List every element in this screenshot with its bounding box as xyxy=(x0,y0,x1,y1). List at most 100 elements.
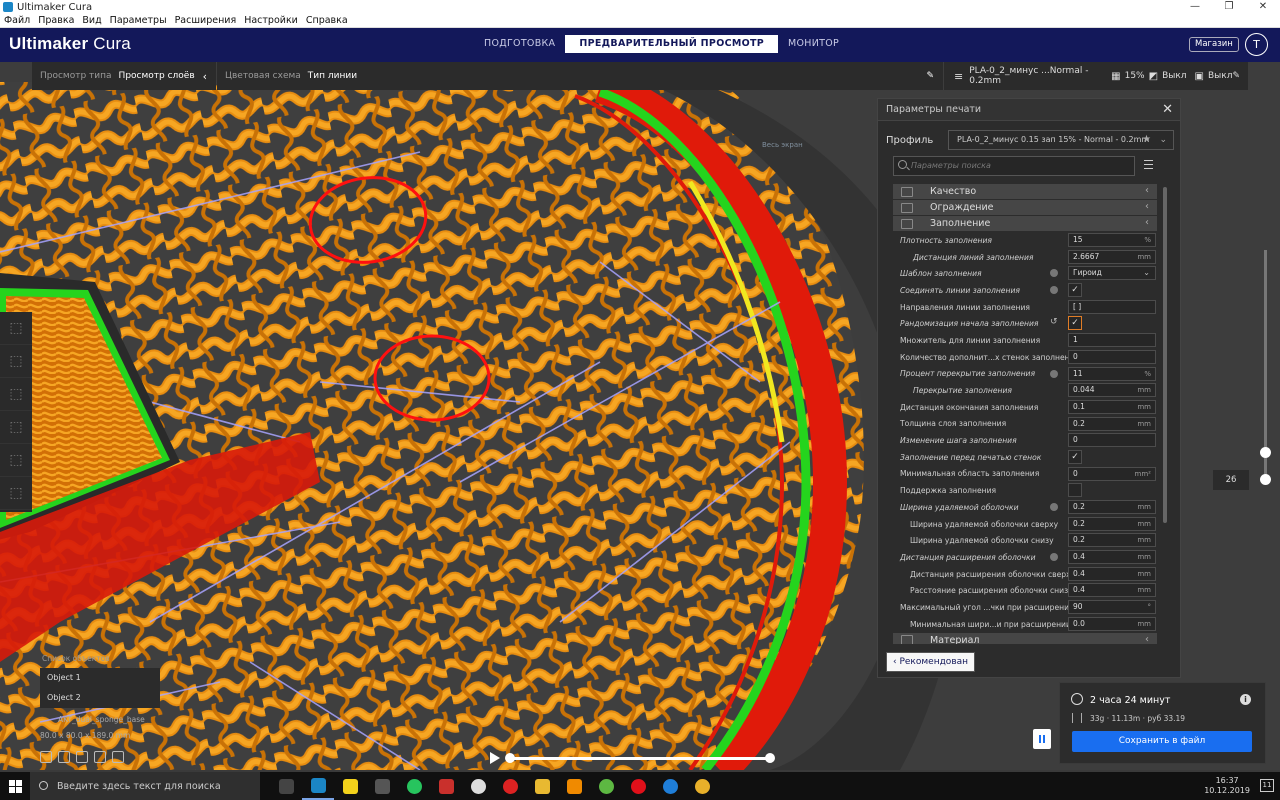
infill-directions-input[interactable]: [ ] xyxy=(1068,299,1156,314)
notifications-icon[interactable]: 11 xyxy=(1260,779,1274,792)
infill-pattern-dropdown[interactable]: Гироид ⌄ xyxy=(1068,266,1156,281)
tab-prepare[interactable]: ПОДГОТОВКА xyxy=(474,35,565,53)
opera-icon[interactable] xyxy=(622,772,654,800)
hamburger-menu-icon[interactable] xyxy=(1144,160,1153,169)
left-view-icon[interactable] xyxy=(94,751,106,763)
skin-expand-distance-input[interactable]: 0.4 mm xyxy=(1068,550,1156,565)
account-avatar[interactable]: T xyxy=(1245,33,1268,56)
menu-file[interactable]: Файл xyxy=(0,15,34,26)
pause-icon[interactable] xyxy=(1033,729,1051,749)
color-scheme-value[interactable]: Тип линии xyxy=(308,71,357,81)
rotate-tool-icon[interactable]: ⬚ xyxy=(0,378,32,411)
edge-icon[interactable] xyxy=(654,772,686,800)
layer-slider-track[interactable] xyxy=(1264,250,1267,480)
close-icon[interactable]: ✕ xyxy=(1162,102,1173,117)
sticky-notes-icon[interactable] xyxy=(334,772,366,800)
marketplace-button[interactable]: Магазин xyxy=(1189,37,1239,52)
bottom-skin-expand-input[interactable]: 0.4 mm xyxy=(1068,583,1156,598)
pencil-icon[interactable]: ✎ xyxy=(926,71,934,81)
job-name[interactable]: AKT_dual_sponge_base xyxy=(58,715,145,724)
category-material[interactable]: Материал ‹ xyxy=(893,632,1157,644)
min-skin-width-input[interactable]: 0.0 mm xyxy=(1068,616,1156,631)
cura-taskbar-icon[interactable] xyxy=(302,772,334,800)
menu-view[interactable]: Вид xyxy=(78,15,105,26)
infill-multiplier-input[interactable]: 1 xyxy=(1068,333,1156,348)
tab-monitor[interactable]: МОНИТОР xyxy=(778,35,849,53)
recommended-button[interactable]: ‹ Рекомендован xyxy=(886,652,976,672)
list-item[interactable]: Object 1 xyxy=(40,668,160,688)
top-skin-expand-input[interactable]: 0.4 mm xyxy=(1068,566,1156,581)
whatsapp-icon[interactable] xyxy=(398,772,430,800)
info-icon[interactable] xyxy=(1050,269,1058,278)
ccleaner-icon[interactable] xyxy=(494,772,526,800)
info-icon[interactable] xyxy=(1050,369,1058,378)
task-view-icon[interactable] xyxy=(270,772,302,800)
list-item[interactable]: Object 2 xyxy=(40,688,160,708)
tab-preview[interactable]: ПРЕДВАРИТЕЛЬНЫЙ ПРОСМОТР xyxy=(565,35,779,53)
per-model-settings-icon[interactable]: ⬚ xyxy=(0,444,32,477)
layer-slider-bottom-handle[interactable] xyxy=(1260,474,1271,485)
layer-slider-top-handle[interactable] xyxy=(1260,447,1271,458)
infill-support-checkbox[interactable] xyxy=(1068,483,1082,498)
maximize-icon[interactable]: ❐ xyxy=(1212,0,1246,14)
max-skin-angle-input[interactable]: 90 ° xyxy=(1068,600,1156,615)
save-to-file-button[interactable]: Сохранить в файл xyxy=(1072,731,1252,752)
simulation-track[interactable] xyxy=(510,757,772,760)
play-icon[interactable] xyxy=(490,752,500,764)
top-skin-removal-input[interactable]: 0.2 mm xyxy=(1068,516,1156,531)
category-infill[interactable]: Заполнение ‹ xyxy=(893,216,1157,232)
info-icon[interactable] xyxy=(1050,286,1058,295)
menu-preferences[interactable]: Настройки xyxy=(240,15,302,26)
bottom-skin-removal-input[interactable]: 0.2 mm xyxy=(1068,533,1156,548)
taskbar-search-input[interactable]: Введите здесь текст для поиска xyxy=(30,772,260,800)
category-quality[interactable]: Качество ‹ xyxy=(893,184,1157,200)
infill-line-distance-input[interactable]: 2.6667 mm xyxy=(1068,249,1156,264)
star-icon[interactable]: ★ xyxy=(1142,131,1151,149)
object-list-header[interactable]: Список объектов xyxy=(42,654,110,663)
chevron-left-icon[interactable]: ‹ xyxy=(203,70,207,83)
scale-tool-icon[interactable]: ⬚ xyxy=(0,345,32,378)
close-icon[interactable]: ✕ xyxy=(1246,0,1280,14)
skin-removal-width-input[interactable]: 0.2 mm xyxy=(1068,500,1156,514)
menu-help[interactable]: Справка xyxy=(302,15,352,26)
infill-density-input[interactable]: 15% xyxy=(1068,233,1156,247)
info-icon[interactable]: i xyxy=(1240,694,1251,705)
menu-edit[interactable]: Правка xyxy=(34,15,78,26)
view-type-value[interactable]: Просмотр слоёв xyxy=(119,71,195,81)
gradual-infill-input[interactable]: 0 xyxy=(1068,433,1156,448)
reset-icon[interactable]: ↺ xyxy=(1050,317,1058,327)
menu-extensions[interactable]: Расширения xyxy=(171,15,241,26)
calculator-icon[interactable] xyxy=(366,772,398,800)
extra-infill-walls-input[interactable]: 0 xyxy=(1068,349,1156,364)
infill-layer-thickness-input[interactable]: 0.2 mm xyxy=(1068,416,1156,431)
print-setup-summary[interactable]: ≡ PLA-0_2_минус ...Normal - 0.2mm ▦ 15% … xyxy=(944,62,1248,90)
3d-view-icon[interactable] xyxy=(40,751,52,763)
view-type-bar[interactable]: Просмотр типа Просмотр слоёв ‹ xyxy=(32,62,216,90)
info-icon[interactable] xyxy=(1050,503,1058,511)
connect-infill-checkbox[interactable]: ✓ xyxy=(1068,283,1082,298)
layer-number-input[interactable]: 26 xyxy=(1213,470,1249,490)
folder-icon[interactable] xyxy=(526,772,558,800)
simulation-start-handle[interactable] xyxy=(505,753,515,763)
info-icon[interactable] xyxy=(1050,553,1058,562)
category-walls[interactable]: Ограждение ‹ xyxy=(893,200,1157,216)
minimize-icon[interactable]: — xyxy=(1178,0,1212,14)
color-scheme-bar[interactable]: Цветовая схема Тип линии ✎ xyxy=(217,62,943,90)
chrome-icon[interactable] xyxy=(686,772,718,800)
menu-settings[interactable]: Параметры xyxy=(106,15,171,26)
front-view-icon[interactable] xyxy=(58,751,70,763)
start-button[interactable] xyxy=(0,772,30,800)
top-view-icon[interactable] xyxy=(76,751,88,763)
infill-wipe-distance-input[interactable]: 0.1 mm xyxy=(1068,399,1156,414)
utorrent-icon[interactable] xyxy=(590,772,622,800)
download-icon[interactable] xyxy=(430,772,462,800)
taskbar-clock[interactable]: 16:37 10.12.2019 xyxy=(1204,776,1250,796)
right-view-icon[interactable] xyxy=(112,751,124,763)
infill-overlap-input[interactable]: 0.044 mm xyxy=(1068,383,1156,398)
simulation-end-handle[interactable] xyxy=(765,753,775,763)
settings-scrollbar[interactable] xyxy=(1163,187,1167,523)
profile-dropdown[interactable]: PLA-0_2_минус 0.15 зап 15% - Normal - 0.… xyxy=(948,130,1174,150)
move-tool-icon[interactable]: ⬚ xyxy=(0,312,32,345)
infill-before-walls-checkbox[interactable]: ✓ xyxy=(1068,449,1082,464)
paint-icon[interactable] xyxy=(462,772,494,800)
